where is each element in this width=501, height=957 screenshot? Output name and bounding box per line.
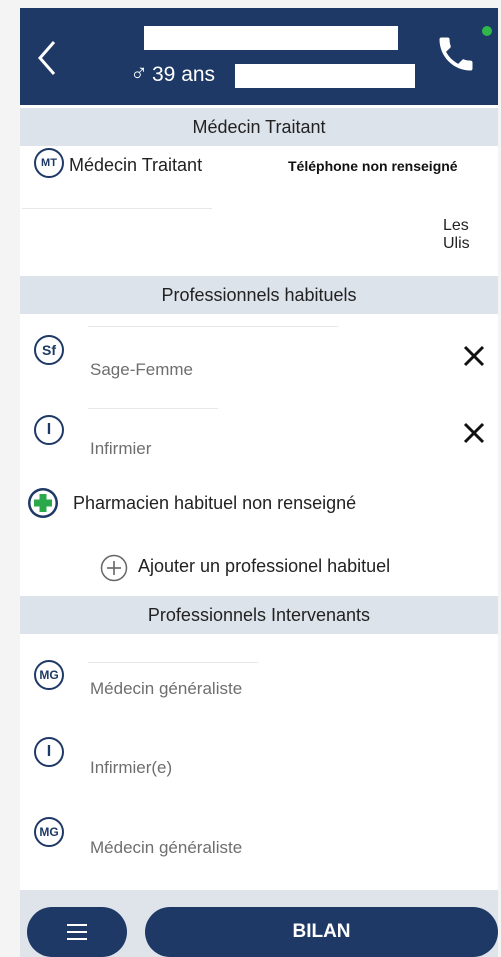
section-medecin-traitant: Médecin Traitant — [20, 108, 498, 146]
habituel-role: Sage-Femme — [90, 360, 193, 379]
intervenant-item[interactable]: MG Médecin généraliste — [20, 640, 498, 718]
bilan-button[interactable]: BILAN — [145, 907, 498, 957]
patient-header: ♂ 39 ans — [20, 8, 498, 105]
intervenant-item[interactable]: MG Médecin généraliste — [20, 800, 498, 878]
section-professionnels-habituels: Professionnels habituels — [20, 276, 498, 314]
intervenant-role: Infirmier(e) — [90, 758, 173, 777]
pharmacien-label: Pharmacien habituel non renseigné — [73, 493, 357, 513]
infirmier-badge-icon: I — [34, 737, 64, 767]
bottom-action-bar: BILAN — [20, 890, 498, 957]
patient-info-redacted — [235, 64, 415, 88]
mt-badge-icon: MT — [34, 148, 64, 178]
intervenant-role: Médecin généraliste — [90, 838, 243, 857]
redacted-line — [88, 662, 258, 663]
medecin-traitant-row[interactable]: MT Médecin Traitant Téléphone non rensei… — [20, 146, 498, 264]
patient-age: ♂ 39 ans — [130, 60, 215, 88]
frame-left — [0, 0, 20, 957]
city-label: Les Ulis — [443, 217, 470, 252]
redacted-line — [22, 208, 212, 209]
infirmier-badge-icon: I — [34, 415, 64, 445]
redacted-line — [88, 326, 338, 327]
close-icon[interactable] — [462, 421, 486, 445]
male-icon: ♂ — [130, 60, 148, 87]
sage-femme-badge-icon: Sf — [34, 335, 64, 365]
habituel-item[interactable]: Sf Sage-Femme — [20, 316, 498, 392]
back-button[interactable] — [32, 36, 64, 80]
add-professional-label: Ajouter un professionel habituel — [138, 556, 391, 576]
habituel-item[interactable]: I Infirmier — [20, 396, 498, 470]
add-professional-button[interactable]: Ajouter un professionel habituel — [20, 548, 498, 588]
phone-status: Téléphone non renseigné — [288, 158, 458, 174]
mg-badge-icon: MG — [34, 660, 64, 690]
age-label: 39 ans — [152, 63, 216, 86]
add-circle-icon — [100, 554, 128, 582]
menu-icon — [67, 924, 87, 940]
chevron-left-icon — [38, 41, 56, 75]
frame-top — [0, 0, 501, 8]
pharmacien-row[interactable]: Pharmacien habituel non renseigné — [20, 484, 498, 524]
habituel-role: Infirmier — [90, 439, 152, 458]
section-professionnels-intervenants: Professionnels Intervenants — [20, 596, 498, 634]
phone-icon — [439, 37, 473, 71]
mg-badge-icon: MG — [34, 817, 64, 847]
close-icon[interactable] — [462, 344, 486, 368]
menu-button[interactable] — [27, 907, 127, 957]
medecin-traitant-label: Médecin Traitant — [69, 155, 203, 175]
patient-name-redacted — [144, 26, 398, 50]
call-button[interactable] — [434, 32, 478, 76]
pharmacy-cross-icon — [28, 488, 58, 518]
intervenant-role: Médecin généraliste — [90, 679, 243, 698]
intervenant-item[interactable]: I Infirmier(e) — [20, 720, 498, 798]
online-status-indicator — [482, 26, 492, 36]
redacted-line — [88, 408, 218, 409]
